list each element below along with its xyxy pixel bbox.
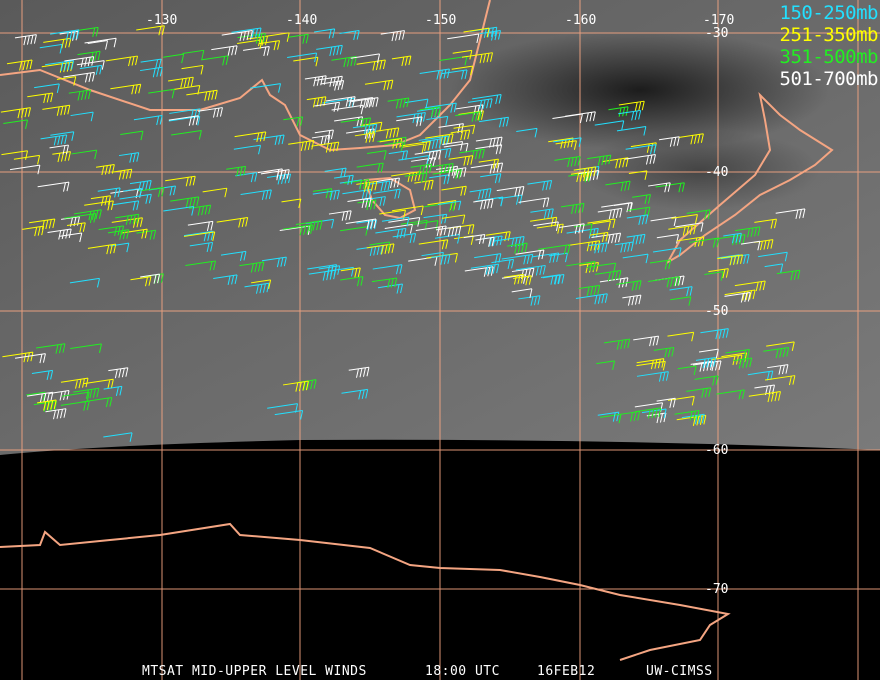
lon-label: -150 (425, 13, 457, 28)
footer-source: UW-CIMSS (646, 664, 713, 679)
legend-150-250mb: 150-250mb (779, 2, 879, 24)
lon-label: -160 (565, 13, 597, 28)
footer-date: 16FEB12 (537, 664, 596, 679)
dry-slot (450, 30, 830, 150)
lat-label: -30 (705, 26, 729, 41)
coast-antarctica (0, 522, 731, 661)
legend-251-350mb: 251-350mb (779, 24, 879, 46)
lat-label: -60 (705, 443, 729, 458)
lon-label: -130 (146, 13, 178, 28)
lon-label: -140 (286, 13, 318, 28)
lat-label: -70 (705, 582, 729, 597)
footer-title: MTSAT MID-UPPER LEVEL WINDS (142, 664, 367, 679)
satellite-wind-map: -130 -140 -150 -160 -170 -30 -40 -50 -60… (0, 0, 880, 680)
legend-351-500mb: 351-500mb (779, 46, 879, 68)
map-canvas (0, 0, 880, 680)
lat-label: -40 (705, 165, 729, 180)
lat-label: -50 (705, 304, 729, 319)
legend-501-700mb: 501-700mb (779, 68, 879, 90)
footer-time: 18:00 UTC (425, 664, 500, 679)
